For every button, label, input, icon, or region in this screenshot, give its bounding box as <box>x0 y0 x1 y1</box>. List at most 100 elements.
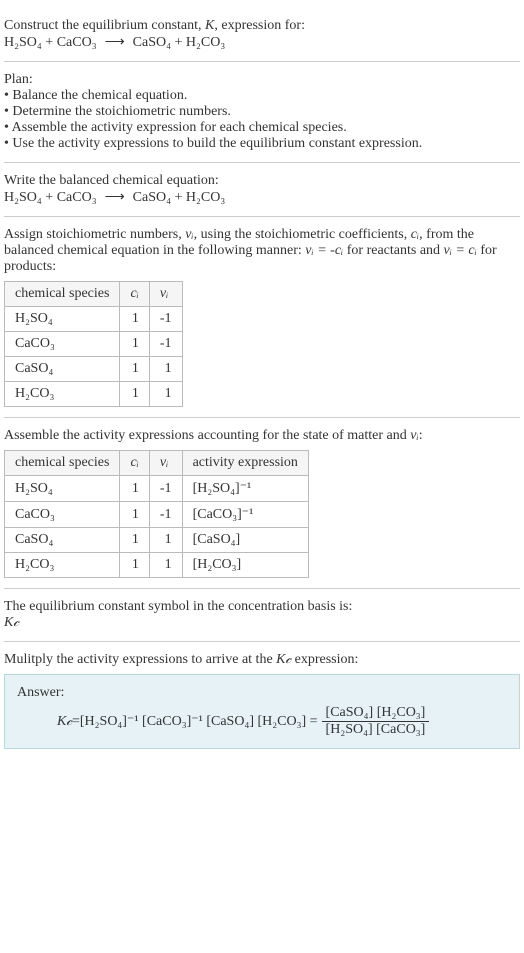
activity-intro: Assemble the activity expressions accoun… <box>4 428 520 444</box>
plan-list: Balance the chemical equation. Determine… <box>4 88 520 152</box>
col-species: chemical species <box>5 282 120 307</box>
kc-var: K𝒸 <box>276 652 291 667</box>
rule-1: νᵢ = -cᵢ <box>305 243 343 258</box>
reactant-1: H₂SO₄ <box>4 190 42 205</box>
col-expr: activity expression <box>182 451 308 476</box>
stoich-section: Assign stoichiometric numbers, νᵢ, using… <box>4 217 520 418</box>
equals-1: = <box>72 714 80 730</box>
balanced-section: Write the balanced chemical equation: H₂… <box>4 163 520 217</box>
cell-c: 1 <box>120 528 149 553</box>
ci-var: cᵢ <box>411 227 419 242</box>
stoich-text-2: , using the stoichiometric coefficients, <box>194 227 411 242</box>
cell-nu: -1 <box>149 332 182 357</box>
reaction-equation: H₂SO₄ + CaCO₃⟶CaSO₄ + H₂CO₃ <box>4 34 520 51</box>
nu-var: νᵢ <box>185 227 193 242</box>
answer-label: Answer: <box>17 685 507 701</box>
table-row: CaSO₄ 1 1 <box>5 357 183 382</box>
header-text-2: , expression for: <box>214 18 305 33</box>
table-row: H₂CO₃ 1 1 <box>5 382 183 407</box>
cell-expr: [CaSO₄] <box>182 528 308 553</box>
cell-nu: -1 <box>149 307 182 332</box>
stoich-text-4: for reactants and <box>343 243 443 258</box>
col-nu: νᵢ <box>149 282 182 307</box>
cell-species: CaSO₄ <box>5 357 120 382</box>
reactant-2: CaCO₃ <box>57 35 97 50</box>
header-line: Construct the equilibrium constant, K, e… <box>4 18 520 34</box>
cell-expr: [H₂SO₄]⁻¹ <box>182 476 308 502</box>
plus-1: + <box>42 190 57 205</box>
kc-lhs: K𝒸 <box>57 714 72 730</box>
stoich-text-1: Assign stoichiometric numbers, <box>4 227 185 242</box>
multiply-line: Mulitply the activity expressions to arr… <box>4 652 520 668</box>
plus-2: + <box>171 190 186 205</box>
product-1: CaSO₄ <box>133 190 171 205</box>
cell-nu: 1 <box>149 357 182 382</box>
cell-species: CaCO₃ <box>5 332 120 357</box>
cell-species: H₂SO₄ <box>5 476 120 502</box>
plan-title: Plan: <box>4 72 520 88</box>
rule-2: νᵢ = cᵢ <box>444 243 477 258</box>
symbol-section: The equilibrium constant symbol in the c… <box>4 589 520 642</box>
terms: [H₂SO₄]⁻¹ [CaCO₃]⁻¹ [CaSO₄] [H₂CO₃] = <box>80 713 318 730</box>
answer-equation: K𝒸 = [H₂SO₄]⁻¹ [CaCO₃]⁻¹ [CaSO₄] [H₂CO₃]… <box>17 705 507 738</box>
plan-item: Determine the stoichiometric numbers. <box>4 104 520 120</box>
k-variable: K <box>205 18 214 33</box>
cell-c: 1 <box>120 382 149 407</box>
multiply-section: Mulitply the activity expressions to arr… <box>4 642 520 759</box>
activity-table: chemical species cᵢ νᵢ activity expressi… <box>4 450 309 578</box>
plan-item: Balance the chemical equation. <box>4 88 520 104</box>
arrow-icon: ⟶ <box>105 34 125 51</box>
cell-species: CaSO₄ <box>5 528 120 553</box>
col-ci: cᵢ <box>120 451 149 476</box>
arrow-icon: ⟶ <box>105 189 125 206</box>
product-2: H₂CO₃ <box>186 35 225 50</box>
stoich-table: chemical species cᵢ νᵢ H₂SO₄ 1 -1 CaCO₃ … <box>4 281 183 407</box>
table-header-row: chemical species cᵢ νᵢ <box>5 282 183 307</box>
plus-2: + <box>171 35 186 50</box>
table-row: CaSO₄ 1 1 [CaSO₄] <box>5 528 309 553</box>
answer-box: Answer: K𝒸 = [H₂SO₄]⁻¹ [CaCO₃]⁻¹ [CaSO₄]… <box>4 674 520 749</box>
cell-nu: -1 <box>149 502 182 528</box>
cell-c: 1 <box>120 357 149 382</box>
kc-symbol: K𝒸 <box>4 615 520 631</box>
plan-section: Plan: Balance the chemical equation. Det… <box>4 62 520 163</box>
cell-species: CaCO₃ <box>5 502 120 528</box>
denominator: [H₂SO₄] [CaCO₃] <box>322 722 430 738</box>
table-row: CaCO₃ 1 -1 [CaCO₃]⁻¹ <box>5 502 309 528</box>
numerator: [CaSO₄] [H₂CO₃] <box>322 705 430 722</box>
cell-c: 1 <box>120 332 149 357</box>
col-nu: νᵢ <box>149 451 182 476</box>
nu-var: νᵢ <box>410 428 418 443</box>
balanced-equation: H₂SO₄ + CaCO₃ ⟶ CaSO₄ + H₂CO₃ <box>4 189 520 206</box>
balanced-title: Write the balanced chemical equation: <box>4 173 520 189</box>
cell-expr: [H₂CO₃] <box>182 553 308 578</box>
col-ci: cᵢ <box>120 282 149 307</box>
cell-species: H₂CO₃ <box>5 553 120 578</box>
fraction: [CaSO₄] [H₂CO₃] [H₂SO₄] [CaCO₃] <box>322 705 430 738</box>
cell-expr: [CaCO₃]⁻¹ <box>182 502 308 528</box>
cell-species: H₂SO₄ <box>5 307 120 332</box>
plan-item: Use the activity expressions to build th… <box>4 136 520 152</box>
cell-c: 1 <box>120 502 149 528</box>
table-row: H₂SO₄ 1 -1 [H₂SO₄]⁻¹ <box>5 476 309 502</box>
header-text-1: Construct the equilibrium constant, <box>4 18 205 33</box>
cell-c: 1 <box>120 307 149 332</box>
cell-nu: -1 <box>149 476 182 502</box>
table-row: H₂CO₃ 1 1 [H₂CO₃] <box>5 553 309 578</box>
cell-nu: 1 <box>149 553 182 578</box>
table-row: H₂SO₄ 1 -1 <box>5 307 183 332</box>
product-1: CaSO₄ <box>133 35 171 50</box>
activity-text-1: Assemble the activity expressions accoun… <box>4 428 410 443</box>
col-species: chemical species <box>5 451 120 476</box>
table-row: CaCO₃ 1 -1 <box>5 332 183 357</box>
product-2: H₂CO₃ <box>186 190 225 205</box>
header-section: Construct the equilibrium constant, K, e… <box>4 8 520 62</box>
stoich-intro: Assign stoichiometric numbers, νᵢ, using… <box>4 227 520 275</box>
cell-nu: 1 <box>149 382 182 407</box>
cell-c: 1 <box>120 553 149 578</box>
plus-1: + <box>42 35 57 50</box>
reactant-2: CaCO₃ <box>57 190 97 205</box>
multiply-text-1: Mulitply the activity expressions to arr… <box>4 652 276 667</box>
cell-nu: 1 <box>149 528 182 553</box>
activity-text-2: : <box>419 428 423 443</box>
